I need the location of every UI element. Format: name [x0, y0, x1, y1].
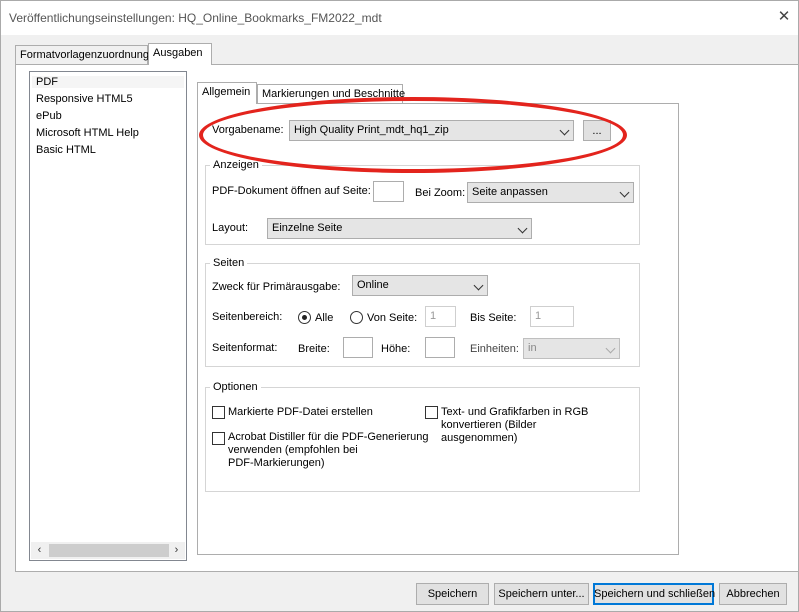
preset-value: High Quality Print_mdt_hq1_zip — [294, 124, 449, 136]
horizontal-scrollbar[interactable]: ‹ › — [31, 542, 185, 559]
layout-label: Layout: — [212, 222, 249, 234]
list-item-responsive-html5[interactable]: Responsive HTML5 — [36, 93, 133, 105]
chevron-down-icon — [517, 223, 528, 234]
close-icon[interactable]: ✕ — [773, 7, 795, 27]
range-from-radio[interactable] — [350, 311, 363, 324]
scroll-left-icon[interactable]: ‹ — [31, 542, 48, 559]
preset-browse-button[interactable]: ... — [583, 120, 611, 141]
range-all-label: Alle — [315, 312, 334, 324]
height-label: Höhe: — [381, 343, 411, 355]
purpose-select[interactable]: Online — [352, 275, 488, 296]
save-and-close-button[interactable]: Speichern und schließen — [593, 583, 715, 605]
title-bar: Veröffentlichungseinstellungen: HQ_Onlin… — [1, 1, 798, 35]
purpose-label: Zweck für Primärausgabe: — [212, 281, 341, 293]
distiller-checkbox[interactable] — [212, 432, 225, 445]
preset-label: Vorgabename: — [212, 124, 284, 136]
purpose-value: Online — [357, 279, 389, 291]
width-input[interactable] — [343, 337, 373, 358]
chevron-down-icon — [559, 125, 570, 136]
rgb-checkbox[interactable] — [425, 406, 438, 419]
save-as-button[interactable]: Speichern unter... — [494, 583, 589, 605]
rgb-label-line2: konvertieren (Bilder — [441, 419, 537, 431]
tab-label: Formatvorlagenzuordnung — [20, 49, 150, 61]
open-page-label: PDF-Dokument öffnen auf Seite: — [212, 185, 371, 197]
tab-markierungen-und-beschnitte[interactable]: Markierungen und Beschnitte — [257, 84, 406, 104]
seiten-group-title: Seiten — [210, 257, 248, 269]
scroll-thumb[interactable] — [49, 544, 169, 557]
page-format-label: Seitenformat: — [212, 342, 278, 354]
distiller-label-line1: Acrobat Distiller für die PDF-Generierun… — [228, 431, 429, 443]
save-button[interactable]: Speichern — [416, 583, 489, 605]
preset-select[interactable]: High Quality Print_mdt_hq1_zip — [289, 120, 574, 141]
list-item-pdf[interactable]: PDF — [32, 76, 184, 88]
list-item-basic-html[interactable]: Basic HTML — [36, 144, 96, 156]
range-all-radio[interactable] — [298, 311, 311, 324]
chevron-down-icon — [605, 343, 616, 354]
layout-select[interactable]: Einzelne Seite — [267, 218, 532, 239]
scroll-right-icon[interactable]: › — [168, 542, 185, 559]
tab-label: Markierungen und Beschnitte — [262, 88, 406, 100]
distiller-label-line3: PDF-Markierungen) — [228, 457, 325, 469]
optionen-group-title: Optionen — [210, 381, 261, 393]
tab-formatvorlagenzuordnung[interactable]: Formatvorlagenzuordnung — [15, 45, 150, 65]
tab-allgemein[interactable]: Allgemein — [197, 82, 257, 104]
height-input[interactable] — [425, 337, 455, 358]
zoom-value: Seite anpassen — [472, 186, 548, 198]
to-page-input[interactable]: 1 — [530, 306, 574, 327]
tagged-pdf-label: Markierte PDF-Datei erstellen — [228, 406, 373, 418]
chevron-down-icon — [619, 187, 630, 198]
range-from-label: Von Seite: — [367, 312, 418, 324]
zoom-label: Bei Zoom: — [415, 187, 466, 199]
tab-label: Allgemein — [202, 86, 251, 98]
cancel-button[interactable]: Abbrechen — [719, 583, 787, 605]
open-page-input[interactable] — [373, 181, 404, 202]
tagged-pdf-checkbox[interactable] — [212, 406, 225, 419]
chevron-down-icon — [473, 280, 484, 291]
tab-label: Ausgaben — [153, 47, 203, 59]
list-item-microsoft-html-help[interactable]: Microsoft HTML Help — [36, 127, 139, 139]
rgb-label-line1: Text- und Grafikfarben in RGB — [441, 406, 589, 418]
units-value: in — [528, 342, 537, 354]
width-label: Breite: — [298, 343, 330, 355]
anzeigen-group-title: Anzeigen — [210, 159, 262, 171]
units-label: Einheiten: — [470, 343, 519, 355]
output-format-list[interactable]: PDF Responsive HTML5 ePub Microsoft HTML… — [29, 71, 187, 561]
list-item-epub[interactable]: ePub — [36, 110, 62, 122]
units-select[interactable]: in — [523, 338, 620, 359]
range-label: Seitenbereich: — [212, 311, 283, 323]
rgb-label-line3: ausgenommen) — [441, 432, 518, 444]
layout-value: Einzelne Seite — [272, 222, 343, 234]
window-title: Veröffentlichungseinstellungen: HQ_Onlin… — [9, 11, 382, 25]
distiller-label-line2: verwenden (empfohlen bei — [228, 444, 358, 456]
from-page-input[interactable]: 1 — [425, 306, 456, 327]
tab-ausgaben[interactable]: Ausgaben — [148, 43, 212, 65]
publish-settings-dialog: Veröffentlichungseinstellungen: HQ_Onlin… — [0, 0, 799, 612]
zoom-select[interactable]: Seite anpassen — [467, 182, 634, 203]
to-page-label: Bis Seite: — [470, 312, 517, 324]
